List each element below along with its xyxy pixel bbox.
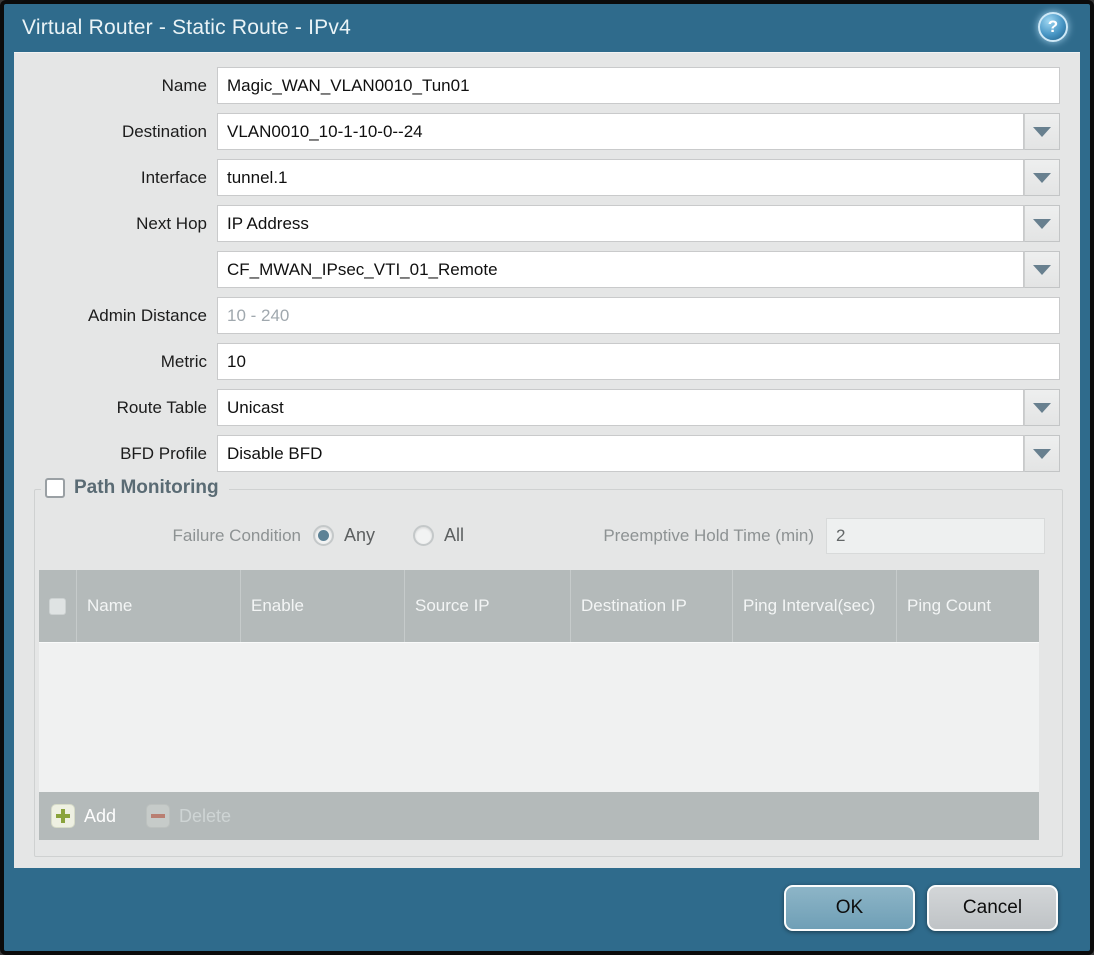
path-monitoring-legend: Path Monitoring	[41, 477, 229, 499]
radio-all-label: All	[444, 525, 465, 545]
metric-input[interactable]	[217, 343, 1060, 380]
form-row-metric: Metric	[14, 343, 1060, 380]
path-monitoring-group: Path Monitoring Failure Condition Any Al…	[34, 477, 1063, 857]
select-all-checkbox[interactable]	[49, 597, 66, 615]
failure-condition-label: Failure Condition	[172, 525, 301, 545]
help-icon[interactable]: ?	[1038, 12, 1068, 42]
bfd-profile-select[interactable]	[217, 435, 1024, 472]
path-monitoring-table: Name Enable Source IP Destination IP Pin…	[39, 570, 1039, 840]
chevron-down-icon	[1033, 264, 1051, 275]
radio-any-label: Any	[344, 525, 376, 545]
nexthop-type-select[interactable]	[217, 205, 1024, 242]
column-header-source-ip[interactable]: Source IP	[405, 570, 571, 642]
name-input[interactable]	[217, 67, 1060, 104]
column-header-ping-count[interactable]: Ping Count	[897, 570, 1039, 642]
nexthop-label: Next Hop	[136, 213, 207, 233]
form-row-bfd-profile: BFD Profile	[14, 435, 1060, 472]
form-row-destination: Destination	[14, 113, 1060, 150]
dialog-titlebar: Virtual Router - Static Route - IPv4 ?	[4, 4, 1090, 52]
cancel-button[interactable]: Cancel	[927, 885, 1058, 931]
nexthop-value-select[interactable]	[217, 251, 1024, 288]
form-row-name: Name	[14, 67, 1060, 104]
name-label: Name	[161, 75, 207, 95]
bfd-profile-dropdown-button[interactable]	[1024, 435, 1060, 472]
plus-icon	[51, 804, 75, 828]
destination-label: Destination	[121, 121, 207, 141]
preemptive-hold-time-label: Preemptive Hold Time (min)	[603, 525, 814, 545]
route-table-dropdown-button[interactable]	[1024, 389, 1060, 426]
chevron-down-icon	[1033, 126, 1051, 137]
dialog-body: Name Destination Interface Next Hop	[14, 52, 1080, 868]
table-footer: Add Delete	[39, 792, 1039, 840]
add-button-label: Add	[84, 805, 117, 826]
nexthop-type-dropdown-button[interactable]	[1024, 205, 1060, 242]
minus-icon	[146, 804, 171, 828]
form-row-interface: Interface	[14, 159, 1060, 196]
destination-dropdown-button[interactable]	[1024, 113, 1060, 150]
form-row-nexthop: Next Hop	[14, 205, 1060, 242]
column-header-destination-ip[interactable]: Destination IP	[571, 570, 733, 642]
table-body-empty	[39, 642, 1039, 792]
metric-label: Metric	[160, 351, 207, 371]
chevron-down-icon	[1033, 218, 1051, 229]
chevron-down-icon	[1033, 448, 1051, 459]
static-route-dialog: Virtual Router - Static Route - IPv4 ? N…	[0, 0, 1094, 955]
admin-distance-label: Admin Distance	[87, 305, 207, 325]
path-monitoring-checkbox[interactable]	[45, 478, 65, 498]
nexthop-value-dropdown-button[interactable]	[1024, 251, 1060, 288]
failure-condition-row: Failure Condition Any All Preemptive Hol…	[58, 517, 1049, 554]
preemptive-hold-time-input[interactable]	[826, 517, 1045, 554]
interface-dropdown-button[interactable]	[1024, 159, 1060, 196]
radio-all[interactable]: All	[413, 525, 464, 546]
interface-select[interactable]	[217, 159, 1024, 196]
column-header-name[interactable]: Name	[77, 570, 241, 642]
table-header-checkbox-cell	[39, 570, 77, 642]
chevron-down-icon	[1033, 402, 1051, 413]
form-row-admin-distance: Admin Distance	[14, 297, 1060, 334]
form-row-nexthop-value	[14, 251, 1060, 288]
column-header-enable[interactable]: Enable	[241, 570, 405, 642]
form-row-route-table: Route Table	[14, 389, 1060, 426]
add-button[interactable]: Add	[51, 804, 116, 828]
interface-label: Interface	[140, 167, 207, 187]
column-header-ping-interval[interactable]: Ping Interval(sec)	[733, 570, 897, 642]
ok-button[interactable]: OK	[784, 885, 915, 931]
destination-select[interactable]	[217, 113, 1024, 150]
admin-distance-input[interactable]	[217, 297, 1060, 334]
route-table-label: Route Table	[116, 397, 207, 417]
radio-selected-icon	[313, 525, 334, 546]
path-monitoring-title: Path Monitoring	[74, 477, 219, 498]
delete-button[interactable]: Delete	[146, 804, 231, 828]
chevron-down-icon	[1033, 172, 1051, 183]
radio-unselected-icon	[413, 525, 435, 546]
radio-any[interactable]: Any	[313, 525, 375, 546]
table-header-row: Name Enable Source IP Destination IP Pin…	[39, 570, 1039, 642]
delete-button-label: Delete	[179, 805, 232, 826]
route-table-select[interactable]	[217, 389, 1024, 426]
bfd-profile-label: BFD Profile	[120, 443, 207, 463]
dialog-title: Virtual Router - Static Route - IPv4	[22, 16, 351, 39]
